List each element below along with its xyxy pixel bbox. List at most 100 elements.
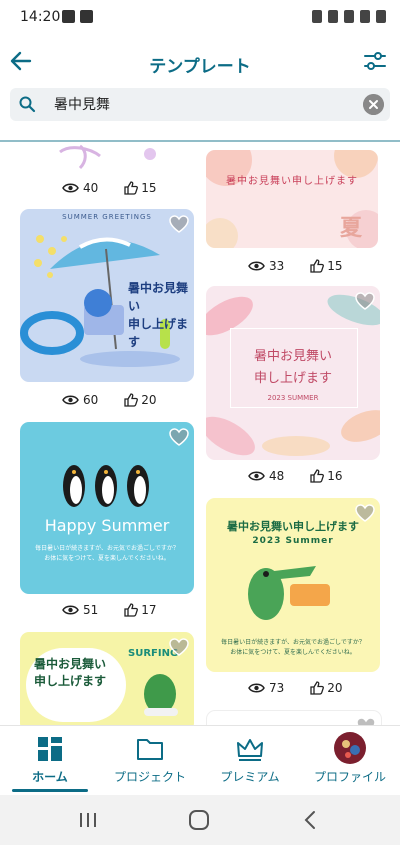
card-title-text: Happy Summer [44,516,170,535]
view-count: 48 [269,469,285,483]
card-stats: 73 20 [248,678,343,698]
template-card[interactable]: 暑中お見舞い申し上げます 夏 [206,150,378,248]
nav-projects[interactable]: プロジェクト [100,726,200,796]
card-stats: 48 16 [248,466,343,486]
template-feed[interactable]: 40 15 SUMMER GREETINGS 暑中お見舞い 申し上げます 60 … [0,142,400,725]
like-count: 15 [327,259,343,273]
card-year-text: 2023 SUMMER [267,394,319,402]
filter-sliders-icon[interactable] [362,48,388,74]
nav-premium-label: プレミアム [220,770,280,784]
thumbs-up-icon[interactable] [124,181,139,195]
crocodile-chef-illustration [248,566,330,620]
nav-premium[interactable]: プレミアム [200,726,300,796]
template-card[interactable]: 暑中お見舞い 申し上げます SURFING [20,632,194,725]
view-count: 33 [269,259,285,273]
mute-icon [328,10,338,23]
recent-apps-icon[interactable] [78,811,98,829]
thumbs-up-icon[interactable] [310,681,325,695]
greeting-line-2: 申し上げます [128,317,189,349]
favorite-heart-icon[interactable] [168,426,190,448]
bottom-navigation: ホーム プロジェクト プレミアム プロファイル [0,725,400,796]
avatar [334,732,366,764]
eye-icon [248,683,265,693]
status-time: 14:20 [20,9,61,25]
greeting-line-2: 申し上げます [34,674,107,688]
favorite-heart-icon[interactable] [354,290,376,312]
greeting-line-1: 暑中お見舞い [253,349,332,364]
eye-icon [248,471,265,481]
nav-home[interactable]: ホーム [0,726,100,796]
template-card[interactable]: 暑中お見舞い申し上げます 2023 Summer 毎日暑い日が続きますが、お元気… [206,498,380,672]
image-notification-icon [62,10,75,23]
view-count: 73 [269,681,285,695]
favorite-heart-icon[interactable] [168,213,190,235]
like-count: 17 [141,603,157,617]
wifi-icon [344,10,354,23]
eye-icon [62,183,79,193]
search-icon [19,96,36,113]
status-notification-icons [62,10,93,23]
thumbs-up-icon[interactable] [310,259,325,273]
template-card[interactable] [206,710,382,725]
page-title: テンプレート [149,57,251,77]
battery-icon [376,10,386,23]
active-tab-indicator [12,789,88,792]
favorite-heart-icon[interactable] [354,502,376,524]
system-navigation-bar [0,795,400,845]
greeting-line-2: 申し上げます [253,371,332,386]
thumbs-up-icon[interactable] [124,393,139,407]
message-line-1: 毎日暑い日が続きますが、お元気でお過ごしですか？ [221,639,365,646]
favorite-heart-icon[interactable] [355,715,377,725]
battery-saver-icon [312,10,322,23]
card-message-text: 毎日暑い日が続きますが、お元気でお過ごしですか？ お体に気をつけて、夏を楽しんで… [206,638,380,658]
thumbs-up-icon[interactable] [124,603,139,617]
card-message-text: 毎日暑い日が続きますが、お元気でお過ごしですか？ お体に気をつけて、夏を楽しんで… [20,544,194,564]
message-line-2: お体に気をつけて、夏を楽しんでくださいね。 [44,555,170,562]
favorite-heart-icon[interactable] [168,636,190,658]
eye-icon [62,395,79,405]
like-count: 20 [327,681,343,695]
message-line-1: 毎日暑い日が続きますが、お元気でお過ごしですか？ [35,545,179,552]
card-greeting-text: 暑中お見舞い 申し上げます [34,656,106,690]
nav-projects-label: プロジェクト [113,770,186,784]
view-count: 40 [83,181,99,195]
template-card[interactable]: 暑中お見舞い 申し上げます 2023 SUMMER [206,286,380,460]
search-bar [10,88,390,121]
template-card[interactable]: SUMMER GREETINGS 暑中お見舞い 申し上げます [20,209,194,382]
signal-icon [360,10,370,23]
card-greeting-text: 暑中お見舞い 申し上げます [206,346,380,390]
status-bar: 14:20 [0,0,400,36]
like-count: 16 [327,469,343,483]
summer-kanji: 夏 [339,216,362,241]
card-stats: 51 17 [62,600,157,620]
back-button-icon[interactable] [302,810,318,830]
crocodile-illustration [144,674,178,716]
template-card[interactable] [20,142,194,174]
card-stats: 33 15 [248,256,343,276]
clear-search-icon[interactable] [363,94,384,115]
home-grid-icon [38,737,62,761]
thumbs-up-icon[interactable] [310,469,325,483]
card-stats: 60 20 [62,390,157,410]
home-button-icon[interactable] [188,809,210,831]
folder-icon [137,739,163,760]
eye-icon [248,261,265,271]
crown-icon [237,739,263,761]
status-system-icons [312,10,386,23]
card-year-text: 2023 Summer [252,536,334,546]
nav-home-label: ホーム [32,770,68,784]
card-header-text: 暑中お見舞い申し上げます [226,176,358,187]
card-stats: 40 15 [62,178,157,198]
nav-profile-label: プロファイル [313,770,386,784]
search-input[interactable] [54,93,354,115]
eye-icon [62,605,79,615]
greeting-line-1: 暑中お見舞い [128,281,189,313]
like-count: 15 [141,181,157,195]
message-line-2: お体に気をつけて、夏を楽しんでくださいね。 [230,649,356,656]
template-card[interactable]: Happy Summer 毎日暑い日が続きますが、お元気でお過ごしですか？ お体… [20,422,194,594]
floral-illustration [59,144,156,170]
greeting-line-1: 暑中お見舞い [34,657,107,671]
app-bar: テンプレート [0,36,400,88]
card-greeting-text: 暑中お見舞い 申し上げます [128,279,194,351]
nav-profile[interactable]: プロファイル [300,726,400,796]
